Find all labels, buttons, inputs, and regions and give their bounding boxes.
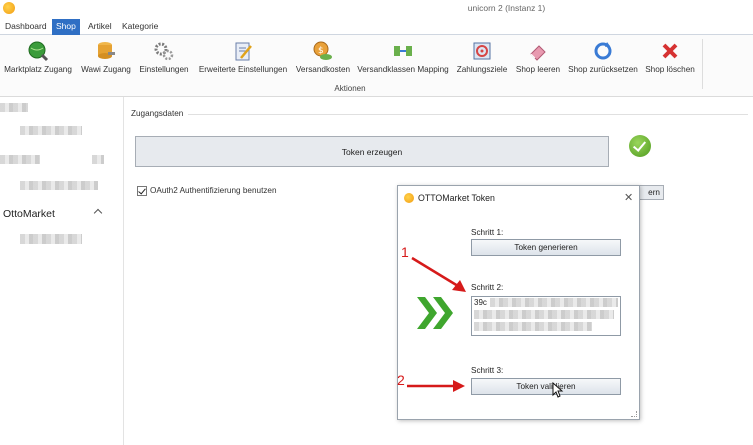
ribbon-label: Versandkosten [295, 65, 351, 74]
window-title: unicorn 2 (Instanz 1) [467, 3, 546, 13]
annotation-number-2: 2 [397, 372, 405, 388]
shop-zuruecksetzen-button[interactable]: Shop zurücksetzen [567, 40, 639, 84]
ribbon-label: Erweiterte Einstellungen [198, 65, 288, 74]
ribbon-label: Shop löschen [645, 65, 695, 74]
shop-loeschen-button[interactable]: Shop löschen [645, 40, 695, 84]
tab-kategorie[interactable]: Kategorie [118, 19, 162, 35]
mapping-arrows-icon [394, 46, 412, 56]
background-button[interactable]: ern [637, 185, 664, 200]
token-validieren-button[interactable]: Token validieren [471, 378, 621, 395]
mouse-cursor-icon [552, 382, 564, 398]
marktplatz-zugang-button[interactable]: Marktplatz Zugang [3, 40, 73, 84]
token-erzeugen-button[interactable]: Token erzeugen [135, 136, 609, 167]
close-icon[interactable]: ✕ [624, 191, 633, 204]
blurred-token-text [490, 298, 618, 307]
ribbon-group-label: Aktionen [334, 84, 366, 93]
blurred-token-text [474, 310, 614, 319]
blurred-sidebar-item[interactable] [0, 103, 28, 112]
resize-grip[interactable] [631, 411, 637, 417]
gears-icon [154, 42, 174, 61]
einstellungen-button[interactable]: Einstellungen [139, 40, 189, 84]
red-x-icon [662, 43, 678, 59]
database-key-icon [98, 42, 115, 59]
title-bar: unicorn 2 (Instanz 1) [0, 0, 753, 18]
wawi-zugang-button[interactable]: Wawi Zugang [80, 40, 132, 84]
oauth-checkbox[interactable] [137, 186, 147, 196]
sidebar-section-title[interactable]: OttoMarket [3, 208, 55, 220]
success-check-icon [629, 135, 651, 157]
group-title: Zugangsdaten [131, 109, 184, 118]
globe-search-icon [28, 41, 49, 62]
tab-artikel[interactable]: Artikel [84, 19, 116, 35]
ribbon-separator [702, 39, 703, 89]
token-value: 39c [474, 298, 487, 307]
ribbon-label: Marktplatz Zugang [4, 65, 72, 74]
money-coins-icon: $ [313, 41, 332, 60]
blurred-sidebar-item[interactable] [0, 155, 40, 164]
dialog-app-icon [404, 193, 414, 203]
eraser-icon [530, 45, 546, 61]
blurred-sidebar-item[interactable] [20, 126, 82, 135]
versandkosten-button[interactable]: $ Versandkosten [295, 40, 351, 84]
ribbon: Marktplatz Zugang Wawi Zugang Einstellun… [0, 35, 753, 97]
clipboard-pencil-icon [235, 42, 252, 61]
blurred-token-text [474, 322, 592, 331]
step3-label: Schritt 3: [471, 366, 504, 375]
erweiterte-einstellungen-button[interactable]: Erweiterte Einstellungen [197, 40, 289, 84]
step1-label: Schritt 1: [471, 228, 504, 237]
blurred-sidebar-item[interactable] [92, 155, 104, 164]
tab-shop[interactable]: Shop [52, 19, 80, 35]
chevron-up-icon[interactable] [93, 208, 103, 218]
ribbon-label: Shop leeren [515, 65, 561, 74]
shop-leeren-button[interactable]: Shop leeren [514, 40, 562, 84]
double-chevron-right-icon [417, 297, 453, 329]
blurred-sidebar-item[interactable] [20, 234, 82, 244]
dialog-title: OTTOMarket Token [418, 193, 495, 203]
reset-refresh-icon [594, 42, 612, 60]
ribbon-label: Versandklassen Mapping [357, 65, 449, 74]
annotation-arrow-2 [407, 380, 465, 392]
oauth-label: OAuth2 Authentifizierung benutzen [150, 186, 277, 195]
zahlungsziele-button[interactable]: Zahlungsziele [456, 40, 508, 84]
group-divider [188, 114, 748, 115]
step2-label: Schritt 2: [471, 283, 504, 292]
tab-dashboard[interactable]: Dashboard [1, 19, 51, 35]
versandklassen-mapping-button[interactable]: Versandklassen Mapping [357, 40, 449, 84]
target-calendar-icon [473, 42, 491, 60]
token-textarea[interactable]: 39c [471, 296, 621, 336]
ribbon-label: Wawi Zugang [81, 65, 131, 74]
ribbon-label: Shop zurücksetzen [568, 65, 638, 74]
ribbon-label: Zahlungsziele [456, 65, 508, 74]
annotation-arrow-1 [411, 256, 466, 292]
ribbon-tabs: Dashboard Shop Artikel Kategorie [0, 19, 753, 35]
token-generieren-button[interactable]: Token generieren [471, 239, 621, 256]
ribbon-label: Einstellungen [139, 65, 189, 74]
sidebar: OttoMarket [0, 97, 124, 445]
blurred-sidebar-item[interactable] [20, 181, 98, 190]
